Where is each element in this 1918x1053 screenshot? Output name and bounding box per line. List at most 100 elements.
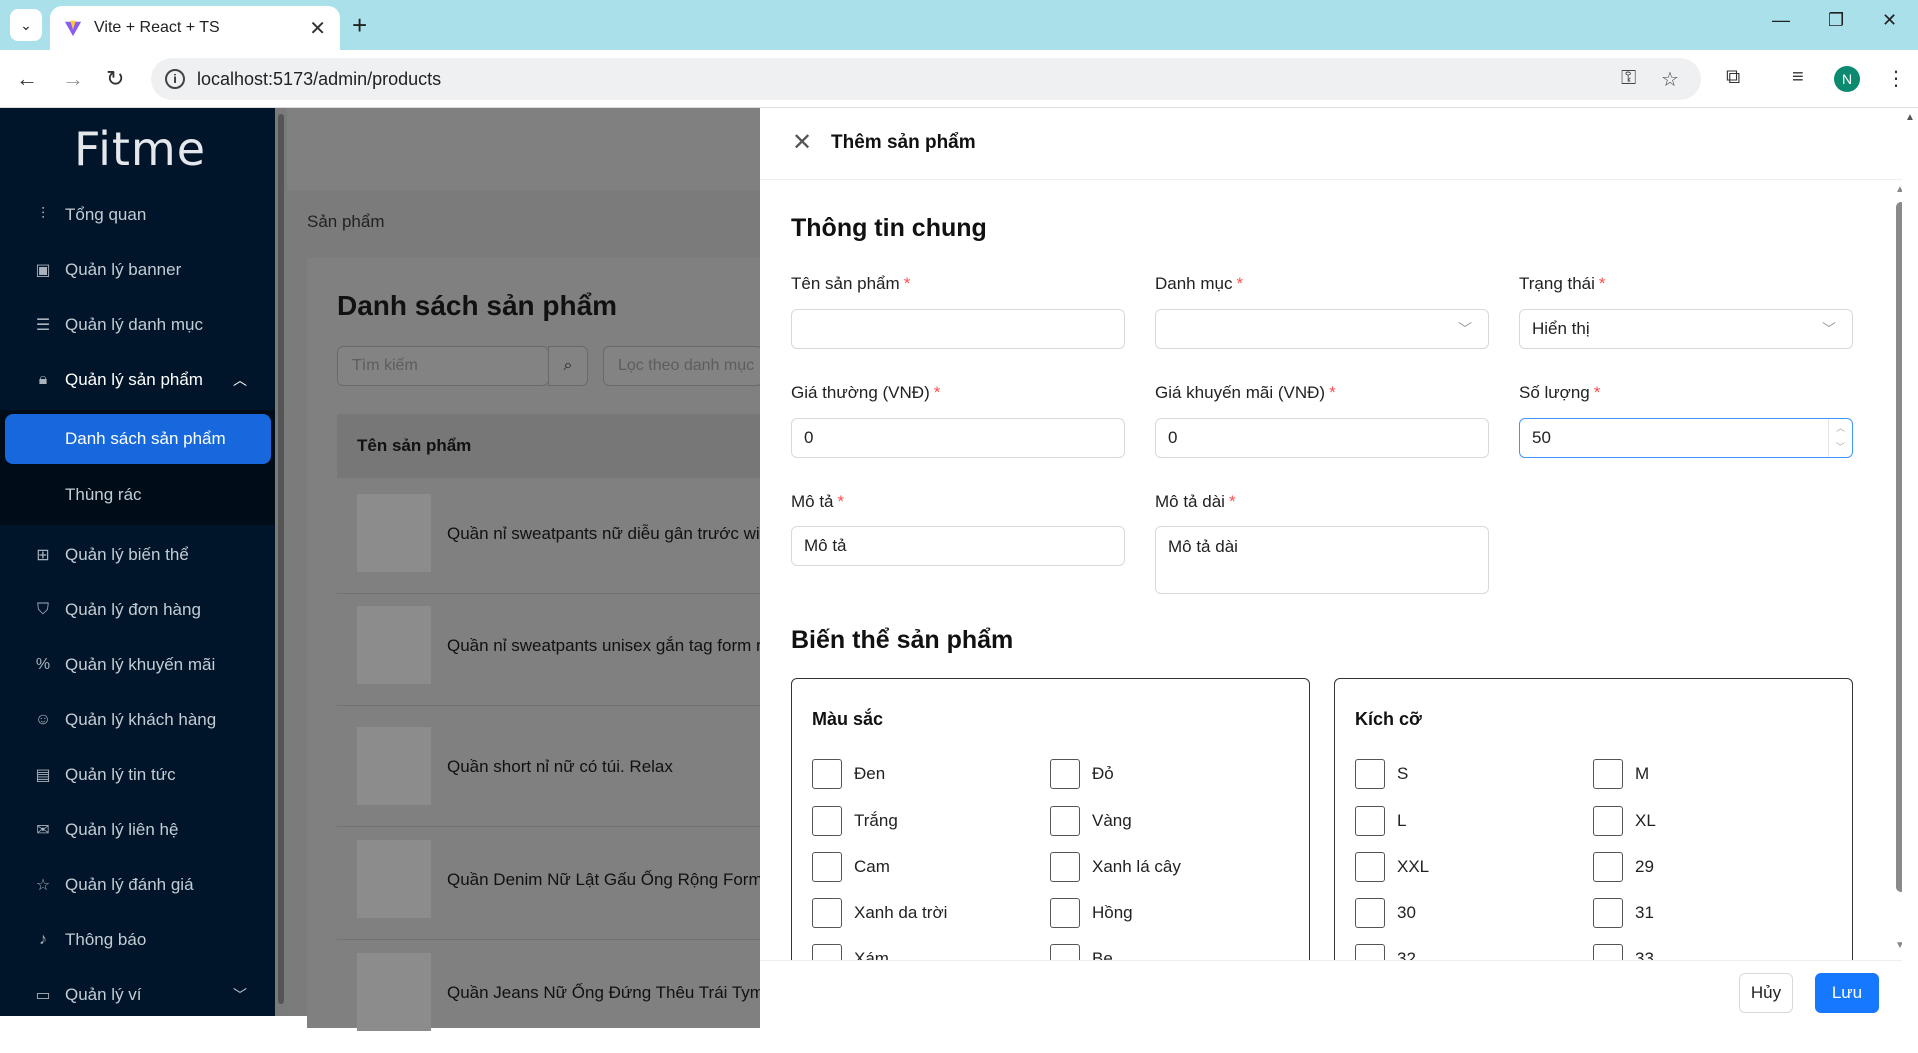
extensions-icon[interactable]: ⧉	[1726, 66, 1740, 89]
checkbox[interactable]	[1355, 806, 1385, 836]
sidebar-item-overview[interactable]: ⫶ Tổng quan	[0, 190, 275, 240]
sidebar-item-label: Quản lý khách hàng	[65, 710, 217, 729]
avatar[interactable]: N	[1834, 66, 1860, 92]
category-filter[interactable]: Lọc theo danh mục	[603, 346, 763, 386]
color-checkbox[interactable]: Đen	[812, 759, 885, 789]
checkbox[interactable]	[812, 898, 842, 928]
price-input[interactable]: 0	[791, 418, 1125, 458]
color-checkbox[interactable]: Hồng	[1050, 898, 1133, 928]
breadcrumb[interactable]: Sản phẩm	[307, 212, 385, 232]
search-input[interactable]: Tìm kiếm	[337, 346, 549, 386]
checkbox[interactable]	[1050, 806, 1080, 836]
size-checkbox[interactable]: 31	[1593, 898, 1654, 928]
table-row[interactable]: Quần short nỉ nữ có túi. Relax	[337, 717, 760, 827]
cancel-button[interactable]: Hủy	[1739, 973, 1793, 1013]
checkbox[interactable]	[1050, 898, 1080, 928]
sidebar-item-promotions[interactable]: % Quản lý khuyến mãi	[0, 640, 275, 690]
quantity-stepper[interactable]: 50 ︿ ﹀	[1519, 418, 1853, 458]
sidebar-item-trash[interactable]: Thùng rác	[0, 470, 275, 520]
size-checkbox[interactable]: XL	[1593, 806, 1656, 836]
checkbox[interactable]	[1593, 759, 1623, 789]
size-checkbox[interactable]: XXL	[1355, 852, 1429, 882]
size-checkbox[interactable]: S	[1355, 759, 1408, 789]
color-checkbox[interactable]: Cam	[812, 852, 890, 882]
category-select[interactable]: ﹀	[1155, 309, 1489, 349]
scrollbar-thumb[interactable]	[278, 114, 284, 1004]
page-scrollbar[interactable]: ▲	[1902, 108, 1918, 1016]
checkbox[interactable]	[1050, 852, 1080, 882]
sidebar-item-products[interactable]: 🔒︎ Quản lý sản phẩm ︿	[0, 355, 275, 405]
size-checkbox[interactable]: L	[1355, 806, 1406, 836]
bell-icon: ♪	[39, 931, 47, 948]
sidebar-item-customers[interactable]: ☺ Quản lý khách hàng	[0, 695, 275, 745]
new-tab-button[interactable]: +	[352, 10, 367, 41]
size-checkbox[interactable]: 29	[1593, 852, 1654, 882]
checkbox-label: S	[1397, 764, 1409, 783]
checkbox-label: 31	[1635, 903, 1654, 922]
tab-search-dropdown[interactable]: ⌄	[10, 9, 42, 41]
color-checkbox[interactable]: Xanh lá cây	[1050, 852, 1181, 882]
sidebar-item-notifications[interactable]: ♪ Thông báo	[0, 915, 275, 965]
sidebar-scrollbar[interactable]	[275, 108, 287, 1016]
restore-icon[interactable]: ❐	[1828, 10, 1844, 31]
stepper-arrows-icon[interactable]: ︿ ﹀	[1828, 419, 1852, 457]
sidebar-item-variants[interactable]: ⊞ Quản lý biến thể	[0, 530, 275, 580]
back-icon[interactable]: ←	[16, 66, 38, 92]
description-input[interactable]: Mô tả	[791, 526, 1125, 566]
sidebar-item-product-list[interactable]: Danh sách sản phẩm	[5, 414, 271, 464]
sidebar-item-orders[interactable]: ⛉ Quản lý đơn hàng	[0, 585, 275, 635]
reload-icon[interactable]: ↻	[106, 66, 124, 92]
sidebar-item-reviews[interactable]: ☆ Quản lý đánh giá	[0, 860, 275, 910]
sidebar-item-contacts[interactable]: ✉ Quản lý liên hệ	[0, 805, 275, 855]
scroll-up-icon[interactable]: ▲	[1905, 112, 1915, 123]
color-checkbox[interactable]: Xanh da trời	[812, 898, 947, 928]
search-button[interactable]: ⌕	[548, 346, 588, 386]
category-label: Danh mục *	[1155, 274, 1243, 294]
checkbox-label: XL	[1635, 811, 1656, 830]
checkbox[interactable]	[1355, 898, 1385, 928]
size-checkbox[interactable]: M	[1593, 759, 1649, 789]
sidebar-item-category[interactable]: ☰ Quản lý danh mục	[0, 300, 275, 350]
close-window-icon[interactable]: ✕	[1882, 10, 1897, 31]
url-bar[interactable]: i localhost:5173/admin/products ⚿ ☆	[151, 58, 1701, 100]
product-name: Quần short nỉ nữ có túi. Relax	[447, 757, 673, 776]
sale-price-input[interactable]: 0	[1155, 418, 1489, 458]
close-icon[interactable]: ✕	[792, 128, 812, 157]
checkbox[interactable]	[812, 852, 842, 882]
table-row[interactable]: Quần Denim Nữ Lật Gấu Ống Rộng Form Wide	[337, 830, 806, 940]
color-checkbox[interactable]: Đỏ	[1050, 759, 1114, 789]
checkbox[interactable]	[1050, 759, 1080, 789]
forward-icon[interactable]: →	[62, 66, 84, 92]
close-tab-icon[interactable]: ✕	[309, 16, 326, 41]
checkbox[interactable]	[1593, 898, 1623, 928]
required-mark: *	[837, 492, 845, 511]
checkbox[interactable]	[1355, 852, 1385, 882]
table-row[interactable]: Quần nỉ sweatpants unisex gắn tag form r…	[337, 596, 793, 706]
sidebar-item-news[interactable]: ▤ Quản lý tin tức	[0, 750, 275, 800]
checkbox[interactable]	[1593, 852, 1623, 882]
color-checkbox[interactable]: Trắng	[812, 806, 898, 836]
checkbox[interactable]	[1355, 759, 1385, 789]
table-row[interactable]: Quần nỉ sweatpants nữ diễu gân trước wid…	[337, 484, 792, 594]
size-checkbox[interactable]: 30	[1355, 898, 1416, 928]
long-description-textarea[interactable]: Mô tả dài	[1155, 526, 1489, 594]
table-row[interactable]: Quần Jeans Nữ Ống Đứng Thêu Trái Tym For…	[337, 943, 804, 1053]
color-checkbox[interactable]: Vàng	[1050, 806, 1132, 836]
save-button[interactable]: Lưu	[1815, 973, 1879, 1013]
status-select[interactable]: Hiển thị ﹀	[1519, 309, 1853, 349]
key-icon[interactable]: ⚿	[1621, 67, 1636, 90]
checkbox[interactable]	[812, 759, 842, 789]
checkbox[interactable]	[1593, 806, 1623, 836]
minimize-icon[interactable]: —	[1772, 10, 1790, 31]
checkbox[interactable]	[812, 806, 842, 836]
menu-icon[interactable]: ⋮	[1886, 66, 1906, 91]
bookmark-star-icon[interactable]: ☆	[1661, 67, 1679, 92]
sidebar-item-banner[interactable]: ▣ Quản lý banner	[0, 245, 275, 295]
product-name-input[interactable]	[791, 309, 1125, 349]
sidebar-item-wallet[interactable]: ▭ Quản lý ví ﹀	[0, 970, 275, 1020]
browser-tab[interactable]: Vite + React + TS ✕	[50, 6, 340, 50]
product-thumbnail	[357, 606, 431, 684]
media-control-icon[interactable]: ≡	[1792, 66, 1804, 89]
site-info-icon[interactable]: i	[165, 69, 185, 89]
quantity-label: Số lượng *	[1519, 383, 1600, 403]
